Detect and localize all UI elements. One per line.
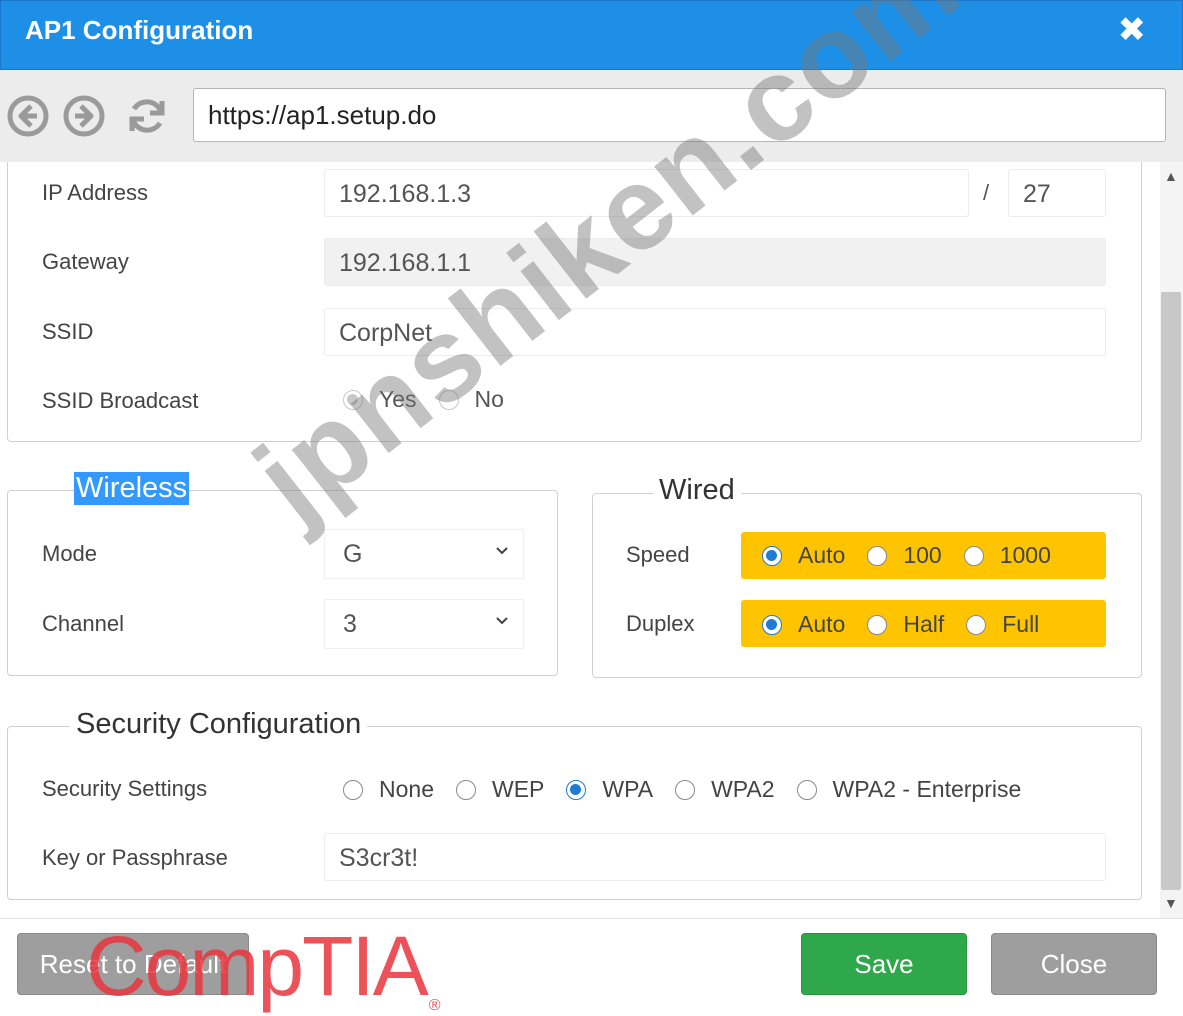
ip-address-input[interactable]: 192.168.1.3 [324, 169, 969, 217]
ssid-label: SSID [42, 319, 94, 344]
channel-label: Channel [42, 611, 124, 636]
scroll-down-arrow-icon[interactable]: ▼ [1164, 895, 1178, 911]
gateway-label: Gateway [42, 249, 129, 274]
duplex-half[interactable]: Half [867, 611, 944, 638]
radio-label: Auto [798, 542, 846, 568]
config-content: IP Address 192.168.1.3 / 27 Gateway 192.… [0, 162, 1160, 918]
security-wpa2[interactable]: WPA2 [675, 776, 775, 803]
title-bar: AP1 Configuration ✖ [0, 0, 1183, 70]
ip-address-label: IP Address [42, 180, 148, 205]
radio-label: No [474, 386, 504, 412]
radio-icon[interactable] [343, 389, 363, 410]
ssid-broadcast-label: SSID Broadcast [42, 388, 199, 413]
speed-auto[interactable]: Auto [762, 542, 845, 569]
wireless-legend: Wireless [74, 472, 190, 505]
radio-icon[interactable] [966, 614, 987, 635]
radio-label: None [379, 776, 434, 802]
radio-label: WEP [491, 776, 545, 802]
channel-value: 3 [343, 610, 357, 638]
radio-label: WPA2 - Enterprise [832, 776, 1022, 802]
radio-icon[interactable] [762, 545, 782, 566]
scrollbar-thumb[interactable] [1161, 292, 1181, 890]
duplex-group: Auto Half Full [762, 611, 1061, 638]
radio-icon[interactable] [438, 389, 459, 410]
security-legend: Security Configuration [70, 708, 368, 741]
passphrase-label: Key or Passphrase [42, 845, 228, 870]
refresh-icon[interactable] [126, 95, 168, 137]
radio-icon[interactable] [963, 545, 984, 566]
subnet-prefix-input[interactable]: 27 [1008, 169, 1106, 217]
radio-icon[interactable] [762, 614, 782, 635]
wired-panel [592, 493, 1142, 678]
radio-icon[interactable] [455, 779, 476, 800]
ssid-input[interactable]: CorpNet [324, 308, 1106, 356]
close-icon[interactable]: ✖ [1118, 13, 1147, 47]
mode-value: G [343, 540, 363, 568]
mode-select[interactable]: G [324, 529, 524, 579]
radio-label: WPA2 [711, 776, 775, 802]
security-settings-group: None WEP WPA WPA2 WPA2 - Enterprise [343, 776, 1043, 803]
speed-group: Auto 100 1000 [762, 542, 1073, 569]
speed-1000[interactable]: 1000 [963, 542, 1051, 569]
window-title: AP1 Configuration [25, 15, 254, 45]
ssid-broadcast-yes[interactable]: Yes [343, 386, 417, 413]
duplex-auto[interactable]: Auto [762, 611, 845, 638]
chevron-down-icon [496, 547, 508, 555]
footer-divider [0, 918, 1183, 919]
forward-icon[interactable] [63, 95, 105, 137]
prefix-separator: / [983, 180, 990, 205]
close-button[interactable]: Close [991, 933, 1157, 995]
security-wep[interactable]: WEP [455, 776, 545, 803]
scroll-up-arrow-icon[interactable]: ▲ [1164, 168, 1178, 184]
back-icon[interactable] [7, 95, 49, 137]
radio-label: 100 [903, 542, 942, 568]
radio-label: WPA [602, 776, 654, 802]
reset-to-default-button[interactable]: Reset to Default [17, 933, 249, 995]
radio-label: Full [1002, 611, 1040, 637]
passphrase-input[interactable]: S3cr3t! [324, 833, 1106, 881]
radio-icon[interactable] [343, 779, 363, 800]
speed-100[interactable]: 100 [867, 542, 942, 569]
radio-label: 1000 [999, 542, 1051, 568]
url-bar[interactable]: https://ap1.setup.do [193, 88, 1166, 142]
radio-label: Yes [379, 386, 417, 412]
radio-icon[interactable] [796, 779, 817, 800]
radio-icon[interactable] [867, 614, 888, 635]
radio-icon[interactable] [566, 779, 587, 800]
mode-label: Mode [42, 541, 98, 566]
chevron-down-icon [496, 617, 508, 625]
gateway-input: 192.168.1.1 [324, 238, 1106, 286]
save-button[interactable]: Save [801, 933, 967, 995]
ssid-broadcast-no[interactable]: No [438, 386, 504, 413]
wired-legend: Wired [653, 474, 741, 507]
duplex-label: Duplex [626, 611, 695, 636]
registered-mark: ® [428, 997, 441, 1014]
security-wpa2-enterprise[interactable]: WPA2 - Enterprise [796, 776, 1022, 803]
security-none[interactable]: None [343, 776, 434, 803]
security-settings-label: Security Settings [42, 776, 208, 801]
channel-select[interactable]: 3 [324, 599, 524, 649]
security-wpa[interactable]: WPA [566, 776, 653, 803]
duplex-full[interactable]: Full [966, 611, 1039, 638]
radio-icon[interactable] [867, 545, 888, 566]
radio-icon[interactable] [675, 779, 696, 800]
ssid-broadcast-group: Yes No [343, 386, 526, 413]
speed-label: Speed [626, 542, 690, 567]
radio-label: Half [903, 611, 945, 637]
radio-label: Auto [798, 611, 846, 637]
